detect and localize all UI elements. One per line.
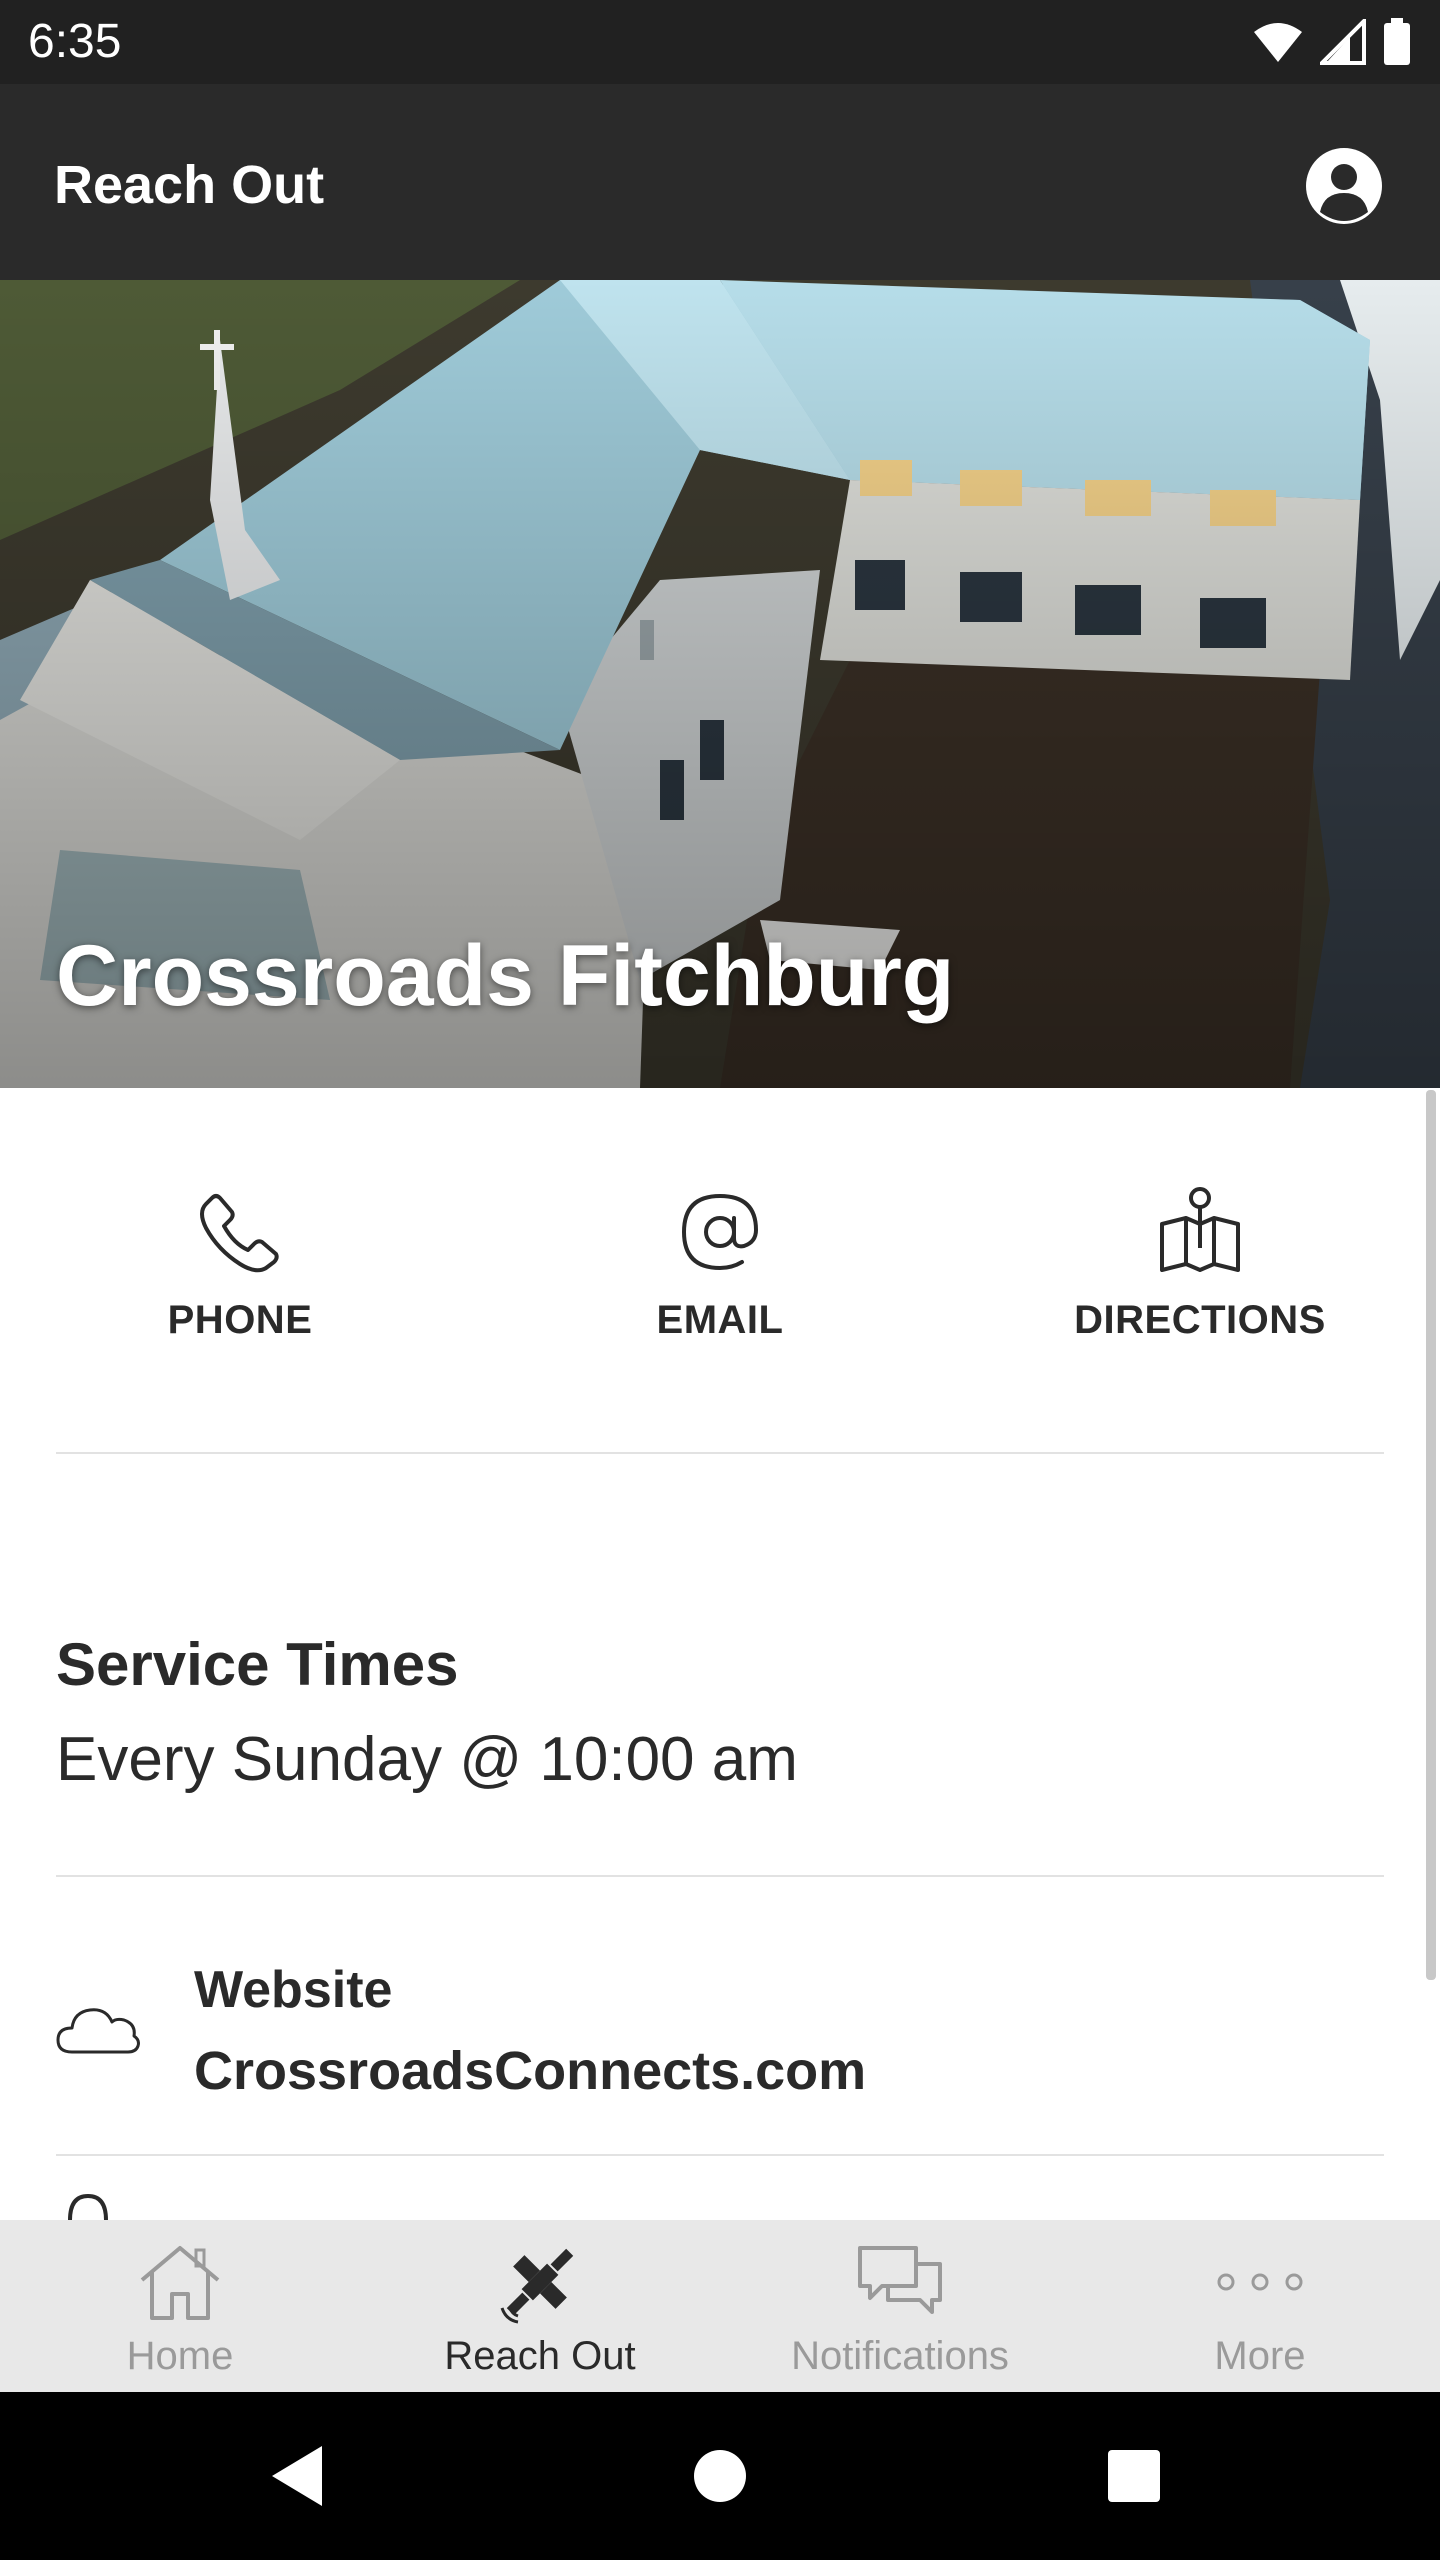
website-label: Website: [194, 1961, 393, 2019]
phone-icon: [200, 1194, 279, 1273]
phone-label: PHONE: [167, 1298, 313, 1342]
profile-icon[interactable]: [1304, 146, 1384, 226]
nav-label-reach-out: Reach Out: [444, 2334, 636, 2378]
divider: [56, 2154, 1384, 2156]
scrollbar[interactable]: [1426, 1090, 1436, 1980]
signal-icon: [1320, 19, 1366, 65]
map-pin-icon: [1160, 1187, 1240, 1272]
chat-bubbles-icon: [858, 2246, 942, 2314]
location-title: Crossroads Fitchburg: [56, 928, 955, 1024]
nav-item-more[interactable]: More: [1080, 2220, 1440, 2392]
home-circle-icon[interactable]: [680, 2436, 760, 2516]
home-icon: [140, 2246, 220, 2320]
directions-button[interactable]: DIRECTIONS: [960, 1088, 1440, 1454]
battery-icon: [1384, 18, 1410, 65]
cloud-icon: [56, 2008, 140, 2054]
bottom-navigation: Home Reach Out Notifications More: [0, 2220, 1440, 2392]
page-title: Reach Out: [54, 155, 325, 215]
wifi-icon: [1254, 23, 1302, 62]
service-times-value: Every Sunday @ 10:00 am: [56, 1725, 798, 1794]
satellite-icon: [500, 2248, 574, 2324]
status-time: 6:35: [28, 15, 122, 68]
directions-label: DIRECTIONS: [1074, 1298, 1326, 1342]
contact-actions: PHONE EMAIL DIRECTIONS: [0, 1088, 1440, 1454]
status-bar: 6:35: [0, 0, 1440, 84]
nav-item-reach-out[interactable]: Reach Out: [360, 2220, 720, 2392]
divider: [56, 1452, 1384, 1454]
nav-item-notifications[interactable]: Notifications: [720, 2220, 1080, 2392]
back-icon[interactable]: [260, 2436, 340, 2516]
email-button[interactable]: EMAIL: [480, 1088, 960, 1454]
at-sign-icon: [681, 1193, 759, 1271]
service-times-heading: Service Times: [56, 1631, 459, 1698]
nav-item-home[interactable]: Home: [0, 2220, 360, 2392]
website-row[interactable]: Website CrossroadsConnects.com: [0, 1876, 1440, 2154]
website-link[interactable]: CrossroadsConnects.com: [194, 2040, 866, 2102]
system-navigation-bar: [0, 2392, 1440, 2560]
app-bar: Reach Out: [0, 84, 1440, 280]
hero-banner: Crossroads Fitchburg: [0, 280, 1440, 1088]
recents-icon[interactable]: [1094, 2436, 1174, 2516]
pin-icon: [68, 2193, 108, 2220]
nav-label-more: More: [1214, 2334, 1306, 2378]
phone-button[interactable]: PHONE: [0, 1088, 480, 1454]
email-label: EMAIL: [656, 1298, 784, 1342]
nav-label-notifications: Notifications: [791, 2334, 1009, 2378]
nav-label-home: Home: [126, 2334, 234, 2378]
more-dots-icon: [1217, 2273, 1303, 2291]
